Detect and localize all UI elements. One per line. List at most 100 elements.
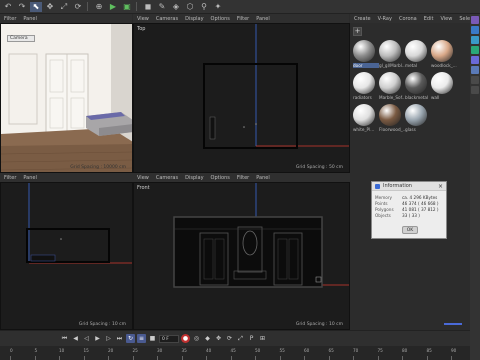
ruler-tick-mark xyxy=(353,356,354,360)
material-label: radiators xyxy=(353,95,372,100)
axis-icon[interactable]: ⊕ xyxy=(93,2,105,12)
right-viewport[interactable]: Grid Spacing : 10 cm xyxy=(0,182,133,330)
snap-icon[interactable] xyxy=(471,76,479,84)
toolbar-separator xyxy=(136,2,137,11)
material-swatch[interactable]: glass xyxy=(405,104,429,132)
key-rotation-icon[interactable]: ⟳ xyxy=(225,334,234,343)
right-grid-spacing: Grid Spacing : 10 cm xyxy=(78,322,126,327)
perspective-viewport[interactable]: Camera Grid Spacing : 10000 cm xyxy=(0,23,133,173)
timeline-ruler[interactable]: 0 5 10 15 20 25 30 35 40 45 50 55 60 65 70 75 80 85 90 xyxy=(0,346,470,360)
scale-icon[interactable]: ⤢ xyxy=(58,2,70,12)
workplane-icon[interactable] xyxy=(471,86,479,94)
deformer-icon[interactable]: ◈ xyxy=(170,2,182,12)
front-menu-panel[interactable]: Panel xyxy=(256,175,270,181)
ruler-tick-mark xyxy=(34,356,36,360)
right-menu-panel[interactable]: Panel xyxy=(23,175,37,181)
key-pla-icon[interactable]: ⊞ xyxy=(258,334,267,343)
material-menu-v-ray[interactable]: V-Ray xyxy=(378,16,392,22)
coordinate-icon[interactable] xyxy=(471,56,479,64)
tag-icon[interactable] xyxy=(471,66,479,74)
prev-key-icon[interactable]: ◀ xyxy=(71,334,80,343)
material-label: gl_gl/Marbl... xyxy=(379,63,405,68)
structure-icon[interactable] xyxy=(471,46,479,54)
render-icon[interactable]: ▶ xyxy=(107,2,119,12)
material-menu-view[interactable]: View xyxy=(440,16,452,22)
keyframe-icon[interactable]: ◆ xyxy=(203,334,212,343)
material-swatch[interactable]: door xyxy=(353,40,379,68)
front-view-drawing xyxy=(173,183,349,288)
autokey-icon[interactable]: ◎ xyxy=(192,334,201,343)
top-menu-cameras[interactable]: Cameras xyxy=(156,16,178,22)
material-preview-ball xyxy=(379,72,401,94)
persp-menu-filter[interactable]: Filter xyxy=(4,16,16,22)
material-label: Floorwood_... xyxy=(379,127,405,132)
panel-slider[interactable] xyxy=(444,323,462,325)
timeline-mode-icon[interactable]: ≡ xyxy=(137,334,146,343)
material-menu-corona[interactable]: Corona xyxy=(399,16,417,22)
top-menu-filter[interactable]: Filter xyxy=(237,16,249,22)
loop-icon[interactable]: ↻ xyxy=(126,334,135,343)
key-scale-icon[interactable]: ⤢ xyxy=(236,334,245,343)
current-frame-field[interactable]: 0 F xyxy=(159,334,179,343)
material-menu-edit[interactable]: Edit xyxy=(424,16,434,22)
top-viewport[interactable]: Top Grid Spacing : 50 cm xyxy=(133,23,350,173)
render-view-icon[interactable]: ▣ xyxy=(121,2,133,12)
object-icon[interactable] xyxy=(471,16,479,24)
front-viewport[interactable]: Front Grid Spacing : 10 cm xyxy=(133,182,350,330)
ruler-tick-label: 65 xyxy=(328,348,334,353)
ruler-tick-label: 80 xyxy=(402,348,408,353)
attribute-icon[interactable] xyxy=(471,36,479,44)
material-swatch[interactable]: gl_gl/Marbl... xyxy=(379,40,405,68)
light-icon[interactable]: ✦ xyxy=(212,2,224,12)
camera-icon[interactable]: ⚲ xyxy=(198,2,210,12)
top-menu-panel[interactable]: Panel xyxy=(256,16,270,22)
ruler-tick-label: 55 xyxy=(279,348,285,353)
top-menu-options[interactable]: Options xyxy=(211,16,230,22)
material-swatch[interactable]: Marble_Sof... xyxy=(379,72,405,100)
record-icon[interactable]: ● xyxy=(181,334,190,343)
select-icon[interactable]: ⬉ xyxy=(30,1,42,12)
material-swatch[interactable]: metal xyxy=(405,40,429,68)
right-menu-filter[interactable]: Filter xyxy=(4,175,16,181)
pen-icon[interactable]: ✎ xyxy=(156,2,168,12)
front-menu-cameras[interactable]: Cameras xyxy=(156,175,178,181)
material-swatch[interactable]: radiators xyxy=(353,72,377,100)
material-menu-create[interactable]: Create xyxy=(354,16,371,22)
play-icon[interactable]: ▶ xyxy=(93,334,102,343)
info-dialog-titlebar[interactable]: Information × xyxy=(372,182,446,191)
next-key-icon[interactable]: ▷ xyxy=(104,334,113,343)
goto-start-icon[interactable]: ⏮ xyxy=(60,334,69,343)
persp-menu-panel[interactable]: Panel xyxy=(23,16,37,22)
material-swatch[interactable]: woodlock_... xyxy=(431,40,457,68)
cube-icon[interactable]: ◼ xyxy=(142,2,154,12)
camera-dropdown[interactable]: Camera xyxy=(7,35,35,42)
layer-icon[interactable] xyxy=(471,26,479,34)
scene-icon[interactable]: ⬡ xyxy=(184,2,196,12)
ruler-tick-mark xyxy=(230,356,232,360)
top-menu-view[interactable]: View xyxy=(137,16,149,22)
ruler-tick-mark xyxy=(402,356,403,360)
stop-icon[interactable]: ■ xyxy=(148,334,157,343)
material-swatch[interactable]: wall xyxy=(431,72,455,100)
material-swatch[interactable]: blackmetal xyxy=(405,72,429,100)
goto-end-icon[interactable]: ⏭ xyxy=(115,334,124,343)
ruler-tick-label: 10 xyxy=(59,348,65,353)
front-menu-options[interactable]: Options xyxy=(211,175,230,181)
rotate-icon[interactable]: ⟳ xyxy=(72,2,84,12)
right-view-menubar: Filter Panel xyxy=(0,173,133,182)
key-param-icon[interactable]: P xyxy=(247,334,256,343)
add-material-icon[interactable]: + xyxy=(353,27,362,36)
close-icon[interactable]: × xyxy=(438,183,443,190)
move-icon[interactable]: ✥ xyxy=(44,2,56,12)
material-swatch[interactable]: white_Pl... xyxy=(353,104,377,132)
front-menu-display[interactable]: Display xyxy=(185,175,203,181)
material-swatch[interactable]: Floorwood_... xyxy=(379,104,405,132)
key-position-icon[interactable]: ✥ xyxy=(214,334,223,343)
ok-button[interactable]: OK xyxy=(402,226,418,234)
undo-icon[interactable]: ↶ xyxy=(2,2,14,12)
play-backward-icon[interactable]: ◁ xyxy=(82,334,91,343)
front-menu-view[interactable]: View xyxy=(137,175,149,181)
front-menu-filter[interactable]: Filter xyxy=(237,175,249,181)
top-menu-display[interactable]: Display xyxy=(185,16,203,22)
redo-icon[interactable]: ↷ xyxy=(16,2,28,12)
